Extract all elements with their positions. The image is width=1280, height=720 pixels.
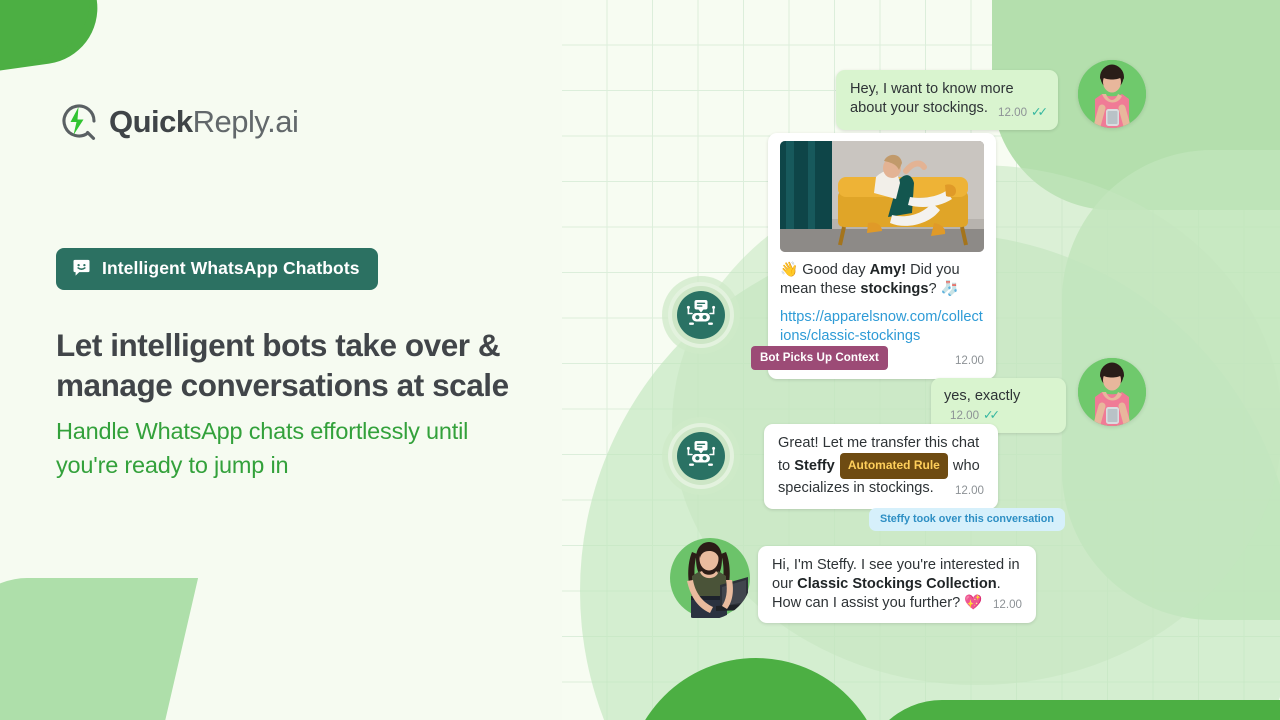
message-text-suffix: ? 🧦 [928, 281, 959, 297]
brand-logo[interactable]: QuickReply.ai [56, 98, 299, 144]
chat-illustration-panel: Hey, I want to know more about your stoc… [562, 0, 1280, 720]
chat-thread: Hey, I want to know more about your stoc… [562, 0, 1280, 720]
bot-avatar[interactable] [662, 276, 740, 354]
message-time: 12.00 [992, 598, 1022, 611]
message-bold-1: Classic Stockings Collection [797, 576, 997, 592]
robot-icon [686, 299, 716, 331]
hero-badge[interactable]: Intelligent WhatsApp Chatbots [56, 248, 378, 290]
delivery-ticks-icon: ✓✓ [983, 408, 1000, 422]
chat-message-text: Hey, I want to know more about your stoc… [850, 81, 1014, 116]
chat-message-text: Hi, I'm Steffy. I see you're interested … [772, 557, 1020, 611]
delivery-ticks-icon: ✓✓ [1031, 105, 1048, 119]
chat-bubble-incoming-rich[interactable]: 👋 Good day Amy! Did you mean these stock… [768, 133, 996, 379]
robot-icon [686, 440, 716, 472]
chat-message-text: yes, exactly [944, 388, 1021, 404]
headline-line-1: Let intelligent bots take over & [56, 327, 501, 363]
message-meta: 12.00 ✓✓ [998, 103, 1048, 122]
chat-smiley-icon [72, 259, 91, 278]
status-badge-bot-context: Bot Picks Up Context [751, 346, 888, 370]
bot-avatar-core [677, 291, 725, 339]
chat-bubble-agent[interactable]: Hi, I'm Steffy. I see you're interested … [758, 546, 1036, 623]
status-badge-automated-rule: Automated Rule [839, 453, 948, 479]
headline-line-2: manage conversations at scale [56, 367, 509, 403]
message-bold-2: stockings [860, 281, 929, 297]
logo-text: QuickReply.ai [109, 103, 299, 139]
message-time: 12.00 [954, 484, 984, 497]
agent-steffy-avatar[interactable] [660, 528, 752, 620]
message-bold-1: Amy! [869, 262, 907, 278]
quickreply-bolt-icon [56, 98, 102, 144]
product-link[interactable]: https://apparelsnow.com/collections/clas… [780, 308, 984, 346]
chat-message-text: 👋 Good day Amy! Did you mean these stock… [780, 261, 984, 299]
chat-bubble-incoming[interactable]: Great! Let me transfer this chat to Stef… [764, 424, 998, 509]
chat-message-text: Great! Let me transfer this chat to Stef… [778, 435, 980, 496]
hero-badge-label: Intelligent WhatsApp Chatbots [102, 258, 360, 278]
chat-bubble-outgoing[interactable]: Hey, I want to know more about your stoc… [836, 70, 1058, 130]
message-text-prefix: 👋 Good day [780, 262, 870, 278]
customer-avatar[interactable] [1078, 358, 1146, 426]
message-meta: 12.00 ✓✓ [950, 408, 1000, 422]
left-hero-panel: QuickReply.ai Intelligent WhatsApp Chatb… [0, 0, 562, 720]
message-bold-1: Steffy [794, 458, 835, 474]
page-subtitle: Handle WhatsApp chats effortlessly until… [56, 414, 526, 482]
message-time: 12.00 [998, 106, 1028, 119]
decorative-blob-bottom-left [0, 578, 199, 720]
system-message-pill: Steffy took over this conversation [869, 508, 1065, 531]
bot-avatar-core [677, 432, 725, 480]
stockings-product-photo[interactable] [780, 141, 984, 252]
customer-avatar[interactable] [1078, 60, 1146, 128]
message-time: 12.00 [950, 409, 980, 422]
bot-avatar[interactable] [662, 417, 740, 495]
logo-text-main: Quick [109, 103, 193, 139]
subhead-line-1: Handle WhatsApp chats effortlessly until [56, 418, 469, 444]
subhead-line-2: you're ready to jump in [56, 452, 289, 478]
logo-text-light: Reply.ai [192, 103, 299, 139]
page-title: Let intelligent bots take over & manage … [56, 325, 551, 405]
